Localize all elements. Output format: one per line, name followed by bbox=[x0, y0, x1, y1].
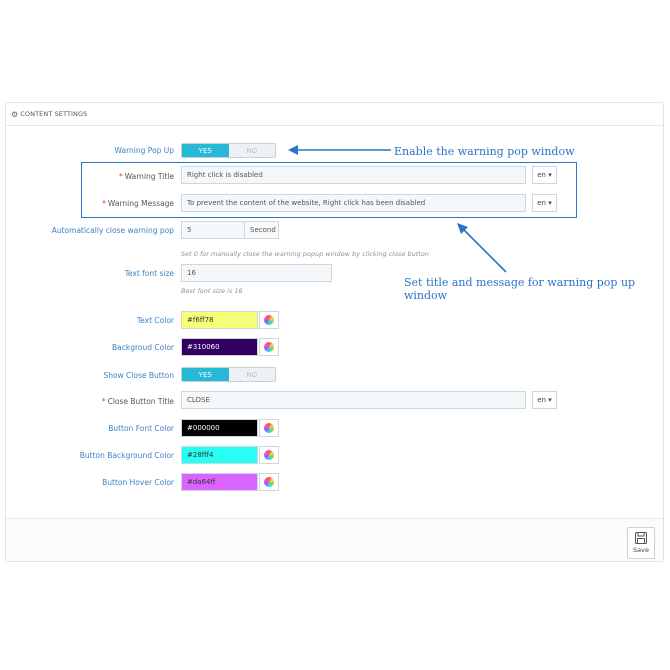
save-button[interactable]: Save bbox=[627, 527, 655, 559]
button-font-color-input[interactable]: #000000 bbox=[181, 419, 258, 437]
color-wheel-icon bbox=[264, 423, 274, 433]
panel-footer: Save bbox=[6, 518, 663, 561]
warning-message-input[interactable]: To prevent the content of the website, R… bbox=[181, 194, 526, 212]
button-font-color-picker-button[interactable] bbox=[259, 419, 279, 437]
button-background-color-label: Button Background Color bbox=[79, 451, 174, 460]
button-hover-color-picker-button[interactable] bbox=[259, 473, 279, 491]
background-color-label: Backgroud Color bbox=[112, 343, 174, 352]
close-button-title-lang-dropdown[interactable]: en ▾ bbox=[532, 391, 557, 409]
annotation-enable: Enable the warning pop window bbox=[394, 145, 575, 158]
text-color-input[interactable]: #f6ff78 bbox=[181, 311, 258, 329]
warning-popup-no[interactable]: NO bbox=[228, 144, 275, 157]
annotation-title-message: Set title and message for warning pop up… bbox=[404, 276, 636, 302]
text-font-size-label: Text font size bbox=[124, 269, 174, 278]
auto-close-unit: Second bbox=[244, 221, 279, 239]
color-wheel-icon bbox=[264, 450, 274, 460]
arrow-up-left-icon bbox=[457, 223, 507, 273]
close-button-title-label: * Close Button Title bbox=[101, 397, 174, 406]
close-button-title-input[interactable]: CLOSE bbox=[181, 391, 526, 409]
warning-title-input[interactable]: Right click is disabled bbox=[181, 166, 526, 184]
show-close-button-toggle[interactable]: YES NO bbox=[181, 367, 276, 382]
auto-close-label: Automatically close warning pop bbox=[51, 226, 174, 235]
button-background-color-input[interactable]: #28fff4 bbox=[181, 446, 258, 464]
button-font-color-label: Button Font Color bbox=[108, 424, 174, 433]
color-wheel-icon bbox=[264, 477, 274, 487]
warning-message-lang-dropdown[interactable]: en ▾ bbox=[532, 194, 557, 212]
show-close-button-no[interactable]: NO bbox=[228, 368, 275, 381]
background-color-picker-button[interactable] bbox=[259, 338, 279, 356]
text-color-picker-button[interactable] bbox=[259, 311, 279, 329]
button-background-color-picker-button[interactable] bbox=[259, 446, 279, 464]
show-close-button-label: Show Close Button bbox=[103, 371, 174, 380]
auto-close-input[interactable]: 5 bbox=[181, 221, 245, 239]
gears-icon: ⚙ bbox=[11, 109, 19, 119]
button-hover-color-label: Button Hover Color bbox=[102, 478, 174, 487]
arrow-left-icon bbox=[288, 145, 391, 155]
warning-title-label: * Warning Title bbox=[118, 172, 174, 181]
text-font-size-hint: Best font size is 16 bbox=[181, 287, 243, 295]
panel-header: ⚙ CONTENT SETTINGS bbox=[6, 103, 663, 126]
panel-title: CONTENT SETTINGS bbox=[20, 110, 88, 118]
warning-popup-label: Warning Pop Up bbox=[114, 146, 174, 155]
button-hover-color-input[interactable]: #da64ff bbox=[181, 473, 258, 491]
warning-message-label: * Warning Message bbox=[102, 199, 174, 208]
text-color-label: Text Color bbox=[136, 316, 174, 325]
show-close-button-yes[interactable]: YES bbox=[182, 368, 229, 381]
background-color-input[interactable]: #310060 bbox=[181, 338, 258, 356]
save-label: Save bbox=[633, 546, 649, 554]
color-wheel-icon bbox=[264, 342, 274, 352]
auto-close-hint: Set 0 for manually close the warning pop… bbox=[181, 250, 429, 258]
save-icon bbox=[635, 532, 647, 544]
warning-title-lang-dropdown[interactable]: en ▾ bbox=[532, 166, 557, 184]
color-wheel-icon bbox=[264, 315, 274, 325]
warning-popup-yes[interactable]: YES bbox=[182, 144, 229, 157]
text-font-size-input[interactable]: 16 bbox=[181, 264, 332, 282]
warning-popup-toggle[interactable]: YES NO bbox=[181, 143, 276, 158]
